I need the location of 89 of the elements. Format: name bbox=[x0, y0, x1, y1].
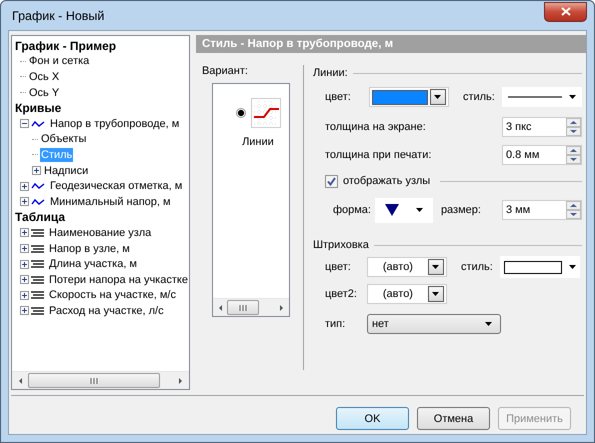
spinner-arrows-icon[interactable] bbox=[566, 146, 581, 164]
panel-header: Стиль - Напор в трубопроводе, м bbox=[196, 35, 587, 53]
wave-line-icon bbox=[31, 182, 45, 190]
number-field[interactable]: 0.8 мм bbox=[502, 145, 582, 165]
tree-item[interactable]: Минимальный напор, м bbox=[49, 194, 172, 209]
checkbox-label[interactable]: отображать узлы bbox=[342, 175, 430, 187]
field-label: цвет2: bbox=[324, 288, 358, 300]
hatch-color-dropdown[interactable]: (авто) bbox=[366, 257, 447, 277]
tree-item[interactable]: Расход на участке, л/с bbox=[48, 304, 165, 318]
tree-item[interactable]: Объекты bbox=[40, 132, 88, 146]
triangle-marker-icon bbox=[384, 204, 399, 216]
hatch-type-dropdown[interactable]: нет bbox=[366, 314, 501, 334]
expand-icon[interactable] bbox=[20, 182, 29, 191]
hatch-color2-dropdown[interactable]: (авто) bbox=[366, 284, 447, 304]
tree-item[interactable]: Ось Y bbox=[28, 86, 60, 100]
dropdown-value: (авто) bbox=[382, 261, 414, 273]
field-label: толщина на экране: bbox=[324, 121, 426, 133]
expand-icon[interactable] bbox=[20, 228, 29, 238]
tree-item[interactable]: Ось X bbox=[28, 70, 60, 84]
marker-shape-dropdown[interactable] bbox=[374, 198, 433, 222]
expand-icon[interactable] bbox=[20, 290, 29, 300]
caret-icon bbox=[484, 322, 492, 326]
group-label: Штриховка bbox=[312, 239, 369, 251]
close-button[interactable] bbox=[544, 2, 587, 22]
tree-item[interactable]: Скорость на участке, м/с bbox=[48, 288, 177, 302]
caret-icon bbox=[432, 265, 440, 269]
expand-icon[interactable] bbox=[20, 244, 29, 254]
field-label: стиль: bbox=[460, 261, 494, 273]
line-chart-icon bbox=[251, 98, 282, 128]
tree-item[interactable]: Напор в узле, м bbox=[48, 242, 131, 256]
expand-icon[interactable] bbox=[32, 166, 41, 176]
tree-item[interactable]: Потери напора на учкастке bbox=[48, 272, 189, 287]
field-label: форма: bbox=[332, 204, 372, 216]
dialog-button[interactable]: OK bbox=[336, 407, 409, 430]
tree-item[interactable]: Таблица bbox=[14, 210, 66, 224]
tree-item[interactable]: График - Пример bbox=[14, 38, 118, 53]
caret-icon bbox=[432, 292, 440, 296]
tree-item[interactable]: Кривые bbox=[14, 101, 62, 116]
lines-icon bbox=[31, 244, 44, 253]
expand-icon[interactable] bbox=[20, 197, 29, 206]
line-style-dropdown[interactable] bbox=[502, 87, 582, 107]
lines-icon bbox=[31, 291, 44, 300]
empty-pattern-icon bbox=[504, 260, 562, 274]
wave-line-icon bbox=[31, 198, 45, 206]
expand-icon[interactable] bbox=[20, 275, 29, 284]
field-label: размер: bbox=[440, 204, 481, 216]
horizontal-scrollbar[interactable] bbox=[12, 371, 189, 389]
number-field[interactable]: 3 пкс bbox=[502, 117, 582, 137]
tree-item[interactable]: Геодезическая отметка, м bbox=[49, 179, 184, 194]
field-label: цвет: bbox=[324, 261, 352, 273]
tree-item[interactable]: Длина участка, м bbox=[48, 257, 138, 272]
caret-icon bbox=[568, 265, 576, 269]
spinner-arrows-icon[interactable] bbox=[566, 201, 581, 219]
scrollbar-thumb[interactable] bbox=[28, 373, 160, 388]
hatch-style-dropdown[interactable] bbox=[500, 256, 580, 278]
dialog-button[interactable]: Отмена bbox=[417, 407, 490, 430]
number-field[interactable]: 3 мм bbox=[502, 200, 582, 220]
window-title: График - Новый bbox=[11, 8, 104, 22]
caret-icon bbox=[416, 208, 424, 212]
expand-icon[interactable] bbox=[20, 306, 29, 316]
variant-label: Вариант: bbox=[202, 65, 249, 77]
dropdown-value: (авто) bbox=[382, 288, 414, 300]
collapse-icon[interactable] bbox=[20, 119, 29, 128]
radio-button[interactable] bbox=[236, 108, 246, 118]
expand-icon[interactable] bbox=[20, 260, 29, 269]
group-label: Линии: bbox=[312, 67, 348, 79]
tree-item[interactable]: Наименование узла bbox=[48, 226, 152, 240]
caret-icon bbox=[568, 95, 576, 99]
wave-line-icon bbox=[31, 120, 45, 128]
solid-line-icon bbox=[508, 96, 562, 98]
field-label: цвет: bbox=[324, 91, 352, 103]
field-label: толщина при печати: bbox=[324, 149, 432, 161]
field-label: стиль: bbox=[462, 91, 496, 103]
close-icon bbox=[560, 7, 570, 16]
lines-icon bbox=[31, 228, 44, 237]
tree-item[interactable]: Надписи bbox=[43, 164, 90, 178]
checkbox[interactable] bbox=[324, 174, 338, 188]
variant-option[interactable]: Линии bbox=[242, 136, 274, 148]
lines-icon bbox=[31, 276, 44, 284]
horizontal-scrollbar[interactable] bbox=[212, 298, 289, 316]
spinner-arrows-icon[interactable] bbox=[566, 118, 581, 136]
scrollbar-thumb[interactable] bbox=[226, 300, 259, 315]
lines-icon bbox=[31, 260, 44, 268]
tree-item[interactable]: Напор в трубопроводе, м bbox=[49, 116, 180, 131]
lines-icon bbox=[31, 306, 44, 315]
field-label: тип: bbox=[324, 318, 346, 330]
color-dropdown[interactable] bbox=[368, 87, 449, 107]
tree-item[interactable]: Фон и сетка bbox=[28, 54, 90, 68]
caret-icon bbox=[434, 95, 442, 99]
